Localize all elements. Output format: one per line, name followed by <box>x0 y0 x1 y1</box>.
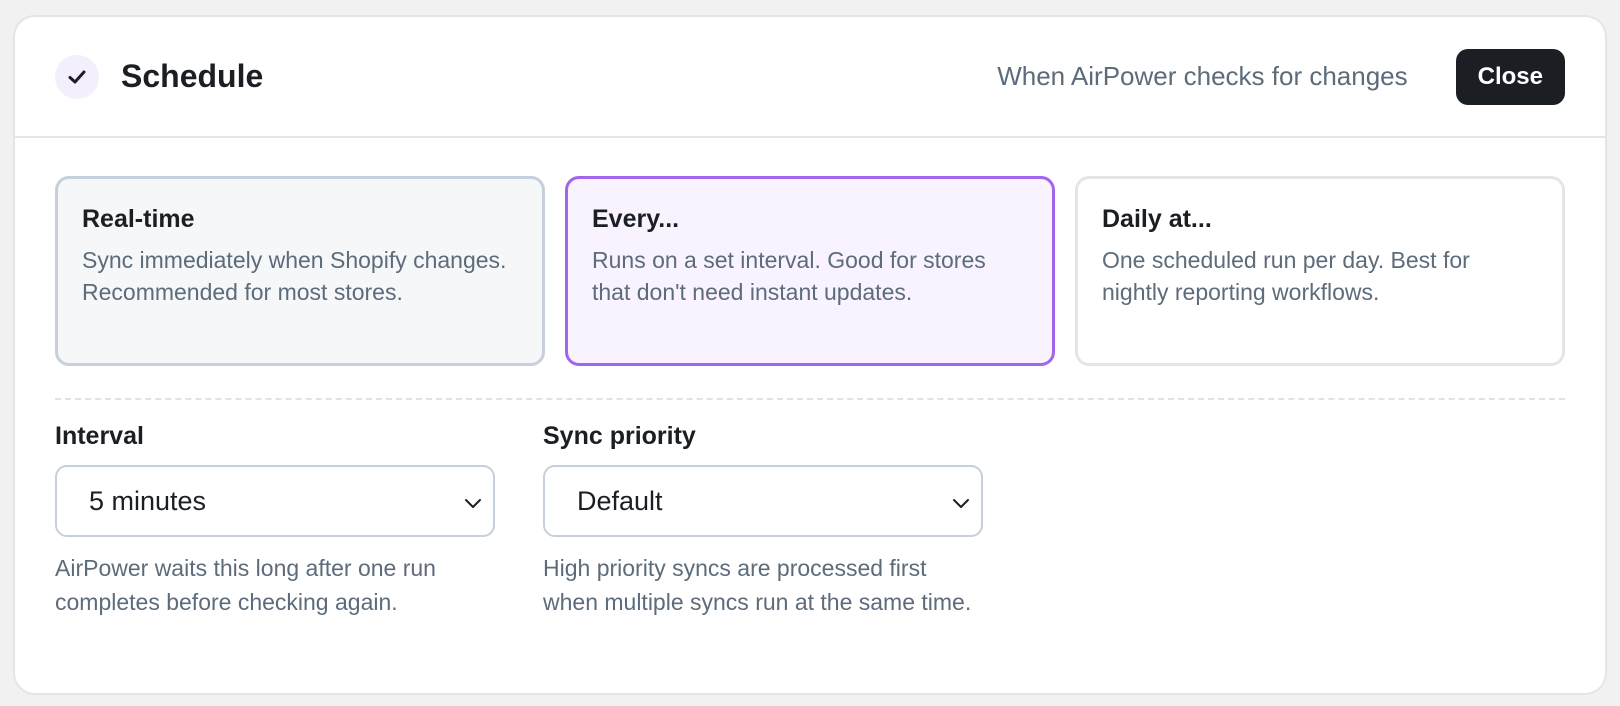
interval-label: Interval <box>55 422 144 450</box>
card-body: Real-time Sync immediately when Shopify … <box>15 138 1605 619</box>
interval-help-text: AirPower waits this long after one run c… <box>55 555 436 615</box>
page-title: Schedule <box>121 58 264 94</box>
option-title: Daily at... <box>1102 205 1212 233</box>
option-daily[interactable]: Daily at... One scheduled run per day. B… <box>1075 176 1565 366</box>
check-icon <box>55 54 99 99</box>
close-button[interactable]: Close <box>1455 48 1565 105</box>
header-subtitle: When AirPower checks for changes <box>997 61 1408 91</box>
option-title: Real-time <box>82 205 195 233</box>
schedule-options: Real-time Sync immediately when Shopify … <box>55 176 1565 366</box>
priority-help-text: High priority syncs are processed first … <box>543 555 972 615</box>
interval-field: Interval 5 minutes AirPower waits this l… <box>55 422 495 619</box>
priority-select-value: Default <box>577 485 663 516</box>
option-every[interactable]: Every... Runs on a set interval. Good fo… <box>565 176 1055 366</box>
option-realtime[interactable]: Real-time Sync immediately when Shopify … <box>55 176 545 366</box>
chevron-down-icon <box>953 499 969 508</box>
schedule-card: Schedule When AirPower checks for change… <box>13 15 1607 695</box>
priority-select[interactable]: Default <box>543 465 983 537</box>
card-header: Schedule When AirPower checks for change… <box>15 17 1605 138</box>
option-description: Runs on a set interval. Good for stores … <box>592 247 986 305</box>
chevron-down-icon <box>465 499 481 508</box>
priority-field: Sync priority Default High priority sync… <box>543 422 983 619</box>
interval-select[interactable]: 5 minutes <box>55 465 495 537</box>
option-description: Sync immediately when Shopify changes. R… <box>82 247 507 305</box>
option-title: Every... <box>592 205 680 233</box>
interval-select-value: 5 minutes <box>89 485 207 516</box>
option-description: One scheduled run per day. Best for nigh… <box>1102 247 1470 305</box>
priority-label: Sync priority <box>543 422 696 450</box>
dashed-divider <box>55 398 1565 400</box>
settings-fields: Interval 5 minutes AirPower waits this l… <box>55 422 1565 619</box>
